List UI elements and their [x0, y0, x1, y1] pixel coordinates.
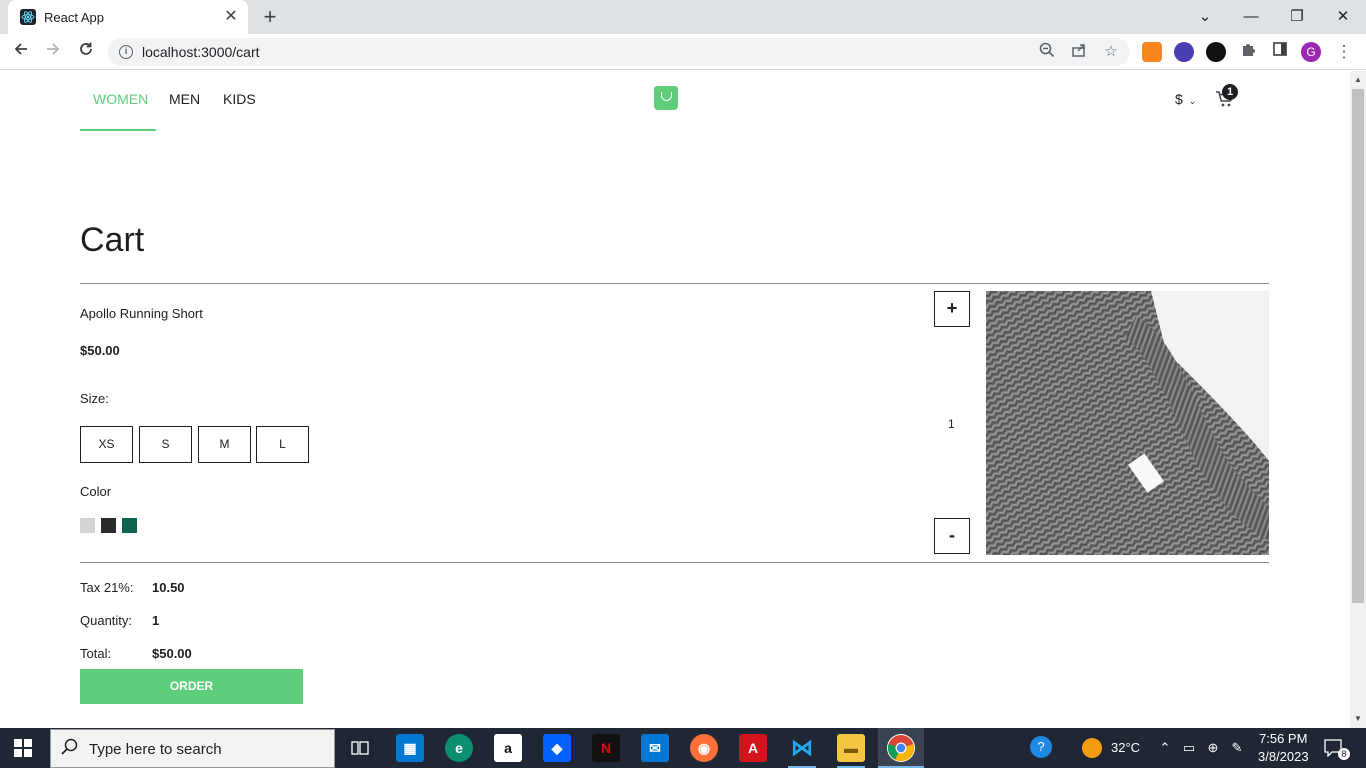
pen-tablet-icon[interactable]: ✎ [1229, 740, 1245, 756]
url-text[interactable]: localhost:3000/cart [142, 44, 260, 60]
restore-button[interactable]: ❐ [1285, 6, 1309, 28]
chevron-up-icon[interactable]: ⌃ [1157, 740, 1173, 756]
weather-temperature[interactable]: 32°C [1111, 740, 1140, 755]
search-placeholder: Type here to search [89, 741, 222, 758]
globe-network-icon[interactable]: ⊕ [1205, 740, 1221, 756]
tax-label: Tax 21%: [80, 580, 134, 595]
chrome-icon[interactable] [887, 734, 915, 762]
amazon-icon[interactable]: a [494, 734, 522, 762]
item-price: $50.00 [80, 343, 120, 358]
size-option-l[interactable]: L [256, 426, 309, 463]
weather-sun-icon[interactable] [1082, 738, 1102, 758]
windows-start-icon[interactable] [14, 739, 32, 757]
scroll-thumb[interactable] [1352, 89, 1364, 603]
total-label: Total: [80, 646, 112, 661]
dropbox-icon[interactable]: ◆ [543, 734, 571, 762]
divider-top [80, 283, 1269, 284]
vscode-icon[interactable]: ⋈ [788, 734, 816, 762]
file-explorer-icon[interactable]: ▬ [837, 734, 865, 762]
extensions-puzzle-icon[interactable] [1236, 40, 1260, 64]
windows-taskbar: Type here to search ▦ e a ◆ N ✉ ◉ A ⋈ ▬ … [0, 728, 1366, 768]
edge-browser-icon[interactable]: e [445, 734, 473, 762]
quantity-label: Quantity: [80, 613, 133, 628]
browser-tab[interactable]: React App ✕ [8, 0, 248, 34]
nav-women[interactable]: WOMEN [93, 91, 148, 107]
taskbar-search[interactable]: Type here to search [50, 729, 335, 768]
side-panel-icon[interactable] [1268, 40, 1292, 64]
tab-title: React App [44, 10, 104, 25]
total-value: $50.00 [152, 646, 192, 661]
color-swatch-green[interactable] [122, 518, 137, 533]
color-label: Color [80, 484, 112, 499]
extension-circle-icon[interactable] [1174, 42, 1194, 62]
chevron-down-icon: ⌄ [1188, 96, 1197, 106]
decrease-quantity-button[interactable]: - [934, 518, 970, 554]
order-button[interactable]: ORDER [80, 669, 303, 704]
page-title: Cart [80, 221, 145, 259]
quantity-value: 1 [152, 613, 160, 628]
browser-toolbar: i localhost:3000/cart ☆ G ⋮ [0, 34, 1366, 70]
site-info-icon[interactable]: i [119, 45, 133, 59]
battery-icon[interactable]: ▭ [1181, 740, 1197, 756]
minimize-button[interactable]: — [1239, 6, 1263, 28]
address-bar[interactable]: i localhost:3000/cart ☆ [108, 38, 1130, 66]
chrome-menu-icon[interactable]: ⋮ [1332, 40, 1356, 64]
page-scrollbar[interactable]: ▲ ▼ [1350, 71, 1366, 728]
notification-count-badge: 8 [1338, 748, 1350, 760]
item-name: Apollo Running Short [80, 306, 203, 321]
size-option-xs[interactable]: XS [80, 426, 133, 463]
profile-avatar[interactable]: G [1301, 42, 1321, 62]
firefox-icon[interactable]: ◉ [690, 734, 718, 762]
currency-switcher[interactable]: $ ⌄ [1175, 91, 1196, 107]
browser-tab-strip: React App ✕ + ⌄ — ❐ ✕ [0, 0, 1366, 34]
divider-bottom [80, 562, 1269, 563]
task-view-icon[interactable] [346, 734, 374, 762]
scroll-down-arrow-icon[interactable]: ▼ [1353, 714, 1363, 724]
tab-search-icon[interactable]: ⌄ [1193, 6, 1217, 28]
mail-icon[interactable]: ✉ [641, 734, 669, 762]
close-window-button[interactable]: ✕ [1331, 6, 1355, 28]
active-nav-underline [80, 129, 156, 131]
size-option-m[interactable]: M [198, 426, 251, 463]
cart-count-badge: 1 [1222, 84, 1238, 100]
netflix-icon[interactable]: N [592, 734, 620, 762]
zoom-icon[interactable] [1037, 42, 1057, 62]
nav-men[interactable]: MEN [169, 91, 200, 107]
size-label: Size: [80, 391, 109, 406]
help-icon[interactable]: ? [1030, 736, 1052, 758]
forward-arrow-icon[interactable] [41, 40, 65, 64]
bookmark-star-icon[interactable]: ☆ [1101, 42, 1121, 62]
increase-quantity-button[interactable]: + [934, 291, 970, 327]
currency-symbol: $ [1175, 91, 1183, 107]
scroll-up-arrow-icon[interactable]: ▲ [1353, 75, 1363, 85]
back-arrow-icon[interactable] [9, 40, 33, 64]
item-quantity: 1 [948, 417, 955, 431]
extension-glasses-icon[interactable] [1206, 42, 1226, 62]
app-page: WOMEN MEN KIDS $ ⌄ 1 Cart Apollo Running … [0, 71, 1350, 728]
tab-close-icon[interactable]: ✕ [222, 8, 240, 26]
new-tab-button[interactable]: + [258, 6, 282, 30]
clock-date[interactable]: 3/8/2023 [1258, 749, 1309, 764]
store-logo-bag-icon[interactable] [654, 86, 678, 110]
color-swatch-light-gray[interactable] [80, 518, 95, 533]
color-swatch-black[interactable] [101, 518, 116, 533]
react-favicon-icon [20, 9, 36, 25]
reload-icon[interactable] [74, 40, 98, 64]
clock-time[interactable]: 7:56 PM [1259, 731, 1307, 746]
tax-value: 10.50 [152, 580, 185, 595]
size-option-s[interactable]: S [139, 426, 192, 463]
microsoft-store-icon[interactable]: ▦ [396, 734, 424, 762]
metamask-fox-icon[interactable] [1142, 42, 1162, 62]
search-icon [61, 738, 79, 761]
acrobat-icon[interactable]: A [739, 734, 767, 762]
share-icon[interactable] [1069, 42, 1089, 62]
nav-kids[interactable]: KIDS [223, 91, 256, 107]
product-image [986, 291, 1269, 555]
